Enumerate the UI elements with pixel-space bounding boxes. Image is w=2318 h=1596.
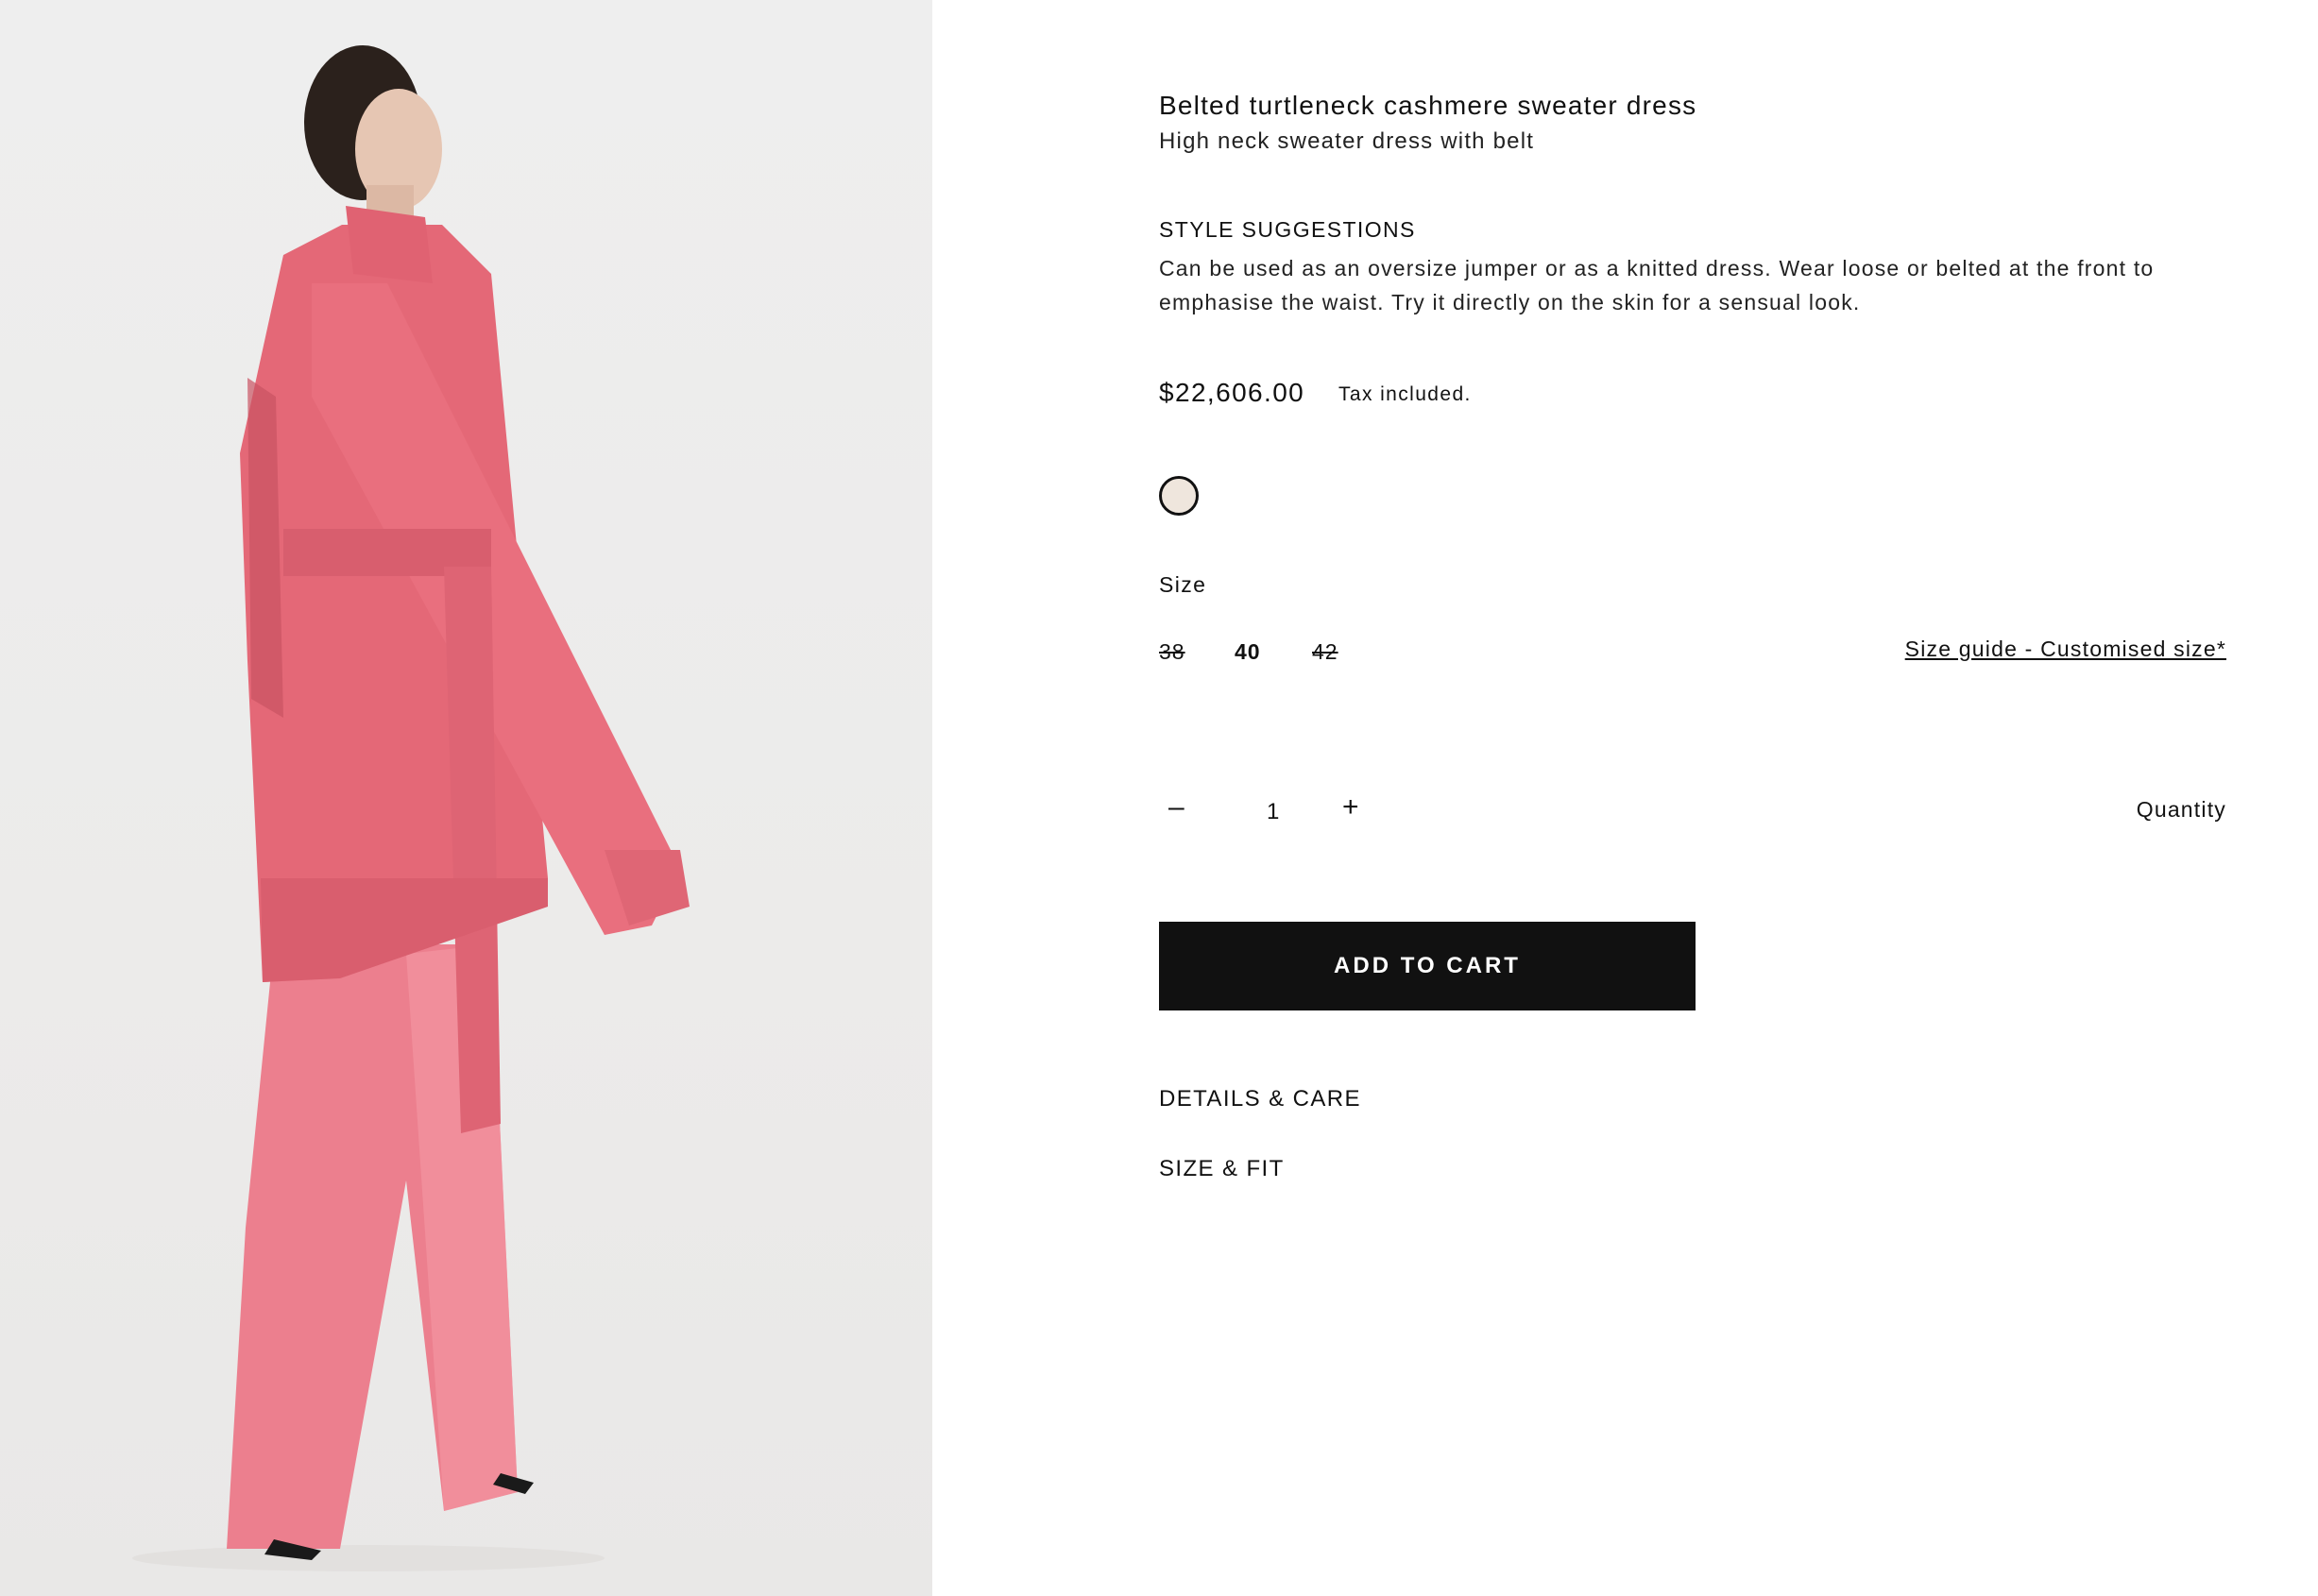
add-to-cart-button[interactable]: ADD TO CART <box>1159 922 1696 1010</box>
model-illustration <box>132 45 690 1571</box>
style-suggestions-text: Can be used as an oversize jumper or as … <box>1159 256 2155 314</box>
color-swatch[interactable] <box>1159 476 1199 516</box>
size-option-40[interactable]: 40 <box>1235 639 1261 665</box>
size-label: Size <box>1159 572 1207 597</box>
size-option-42[interactable]: 42 <box>1312 639 1338 665</box>
details-care-accordion[interactable]: DETAILS & CARE <box>1159 1086 1361 1112</box>
quantity-label: Quantity <box>2136 797 2226 822</box>
size-option-38[interactable]: 38 <box>1159 639 1185 665</box>
tax-note: Tax included. <box>1338 383 1472 405</box>
quantity-increase-button[interactable]: + <box>1342 793 1359 822</box>
product-price: $22,606.00 <box>1159 378 1305 407</box>
style-suggestions-heading: STYLE SUGGESTIONS <box>1159 217 1416 242</box>
size-fit-accordion[interactable]: SIZE & FIT <box>1159 1156 1285 1182</box>
product-title: Belted turtleneck cashmere sweater dress <box>1159 91 1697 120</box>
product-details: Belted turtleneck cashmere sweater dress… <box>1159 0 2226 1596</box>
product-subtitle: High neck sweater dress with belt <box>1159 128 1535 154</box>
quantity-input[interactable] <box>1265 798 1306 826</box>
quantity-decrease-button[interactable]: – <box>1168 793 1185 822</box>
size-guide-link[interactable]: Size guide - Customised size* <box>1905 637 2226 662</box>
product-image[interactable] <box>0 0 932 1596</box>
product-page: Belted turtleneck cashmere sweater dress… <box>0 0 2318 1596</box>
